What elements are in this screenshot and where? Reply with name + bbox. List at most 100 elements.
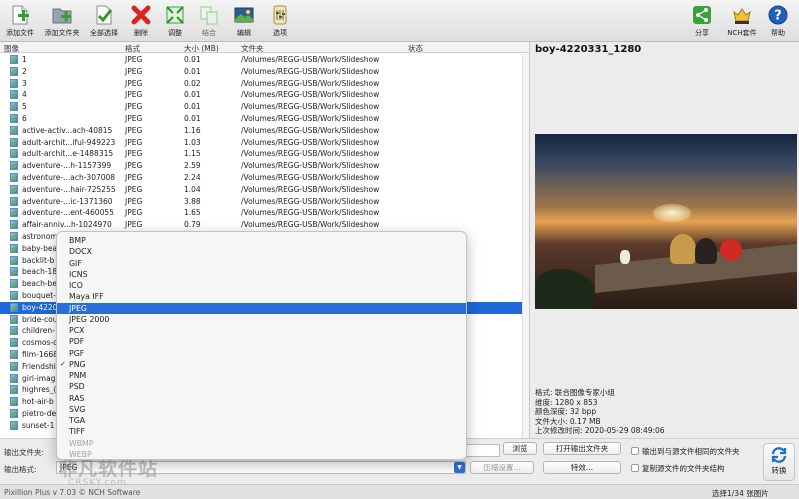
image-file-icon (10, 231, 18, 241)
select-all-button[interactable]: 全部选择 (84, 4, 124, 38)
share-label: 分享 (695, 29, 709, 37)
output-format-select[interactable]: JPEG ▼ (56, 461, 466, 474)
folder-cell: /Volumes/REGG-USB/Work/Slideshow (241, 78, 380, 88)
image-file-icon (10, 149, 18, 159)
image-file-icon (10, 90, 18, 100)
folder-cell: /Volumes/REGG-USB/Work/Slideshow (241, 208, 380, 218)
format-option-label: ICO (69, 281, 83, 290)
format-option-label: PDF (69, 337, 85, 347)
preview-image-girl (695, 238, 717, 264)
column-header-format[interactable]: 格式 (125, 43, 140, 54)
image-file-icon (10, 279, 18, 289)
format-option-pcx[interactable]: PCX (57, 325, 466, 336)
format-option-label: DOCX (69, 247, 92, 257)
table-row[interactable]: 4 JPEG 0.01/Volumes/REGG-USB/Work/Slidesho… (0, 89, 522, 101)
table-row[interactable]: affair-anniv...h-1024970 JPEG 0.79/Volumes… (0, 219, 522, 231)
nch-suite-button[interactable]: NCH套件 (722, 4, 762, 38)
table-row[interactable]: 1 JPEG 0.01/Volumes/REGG-USB/Work/Slidesho… (0, 54, 522, 66)
open-output-folder-button[interactable]: 打开输出文件夹 (543, 442, 621, 455)
file-name-cell: 1 (22, 55, 27, 64)
effects-button[interactable]: 特效... (543, 461, 621, 474)
file-name-cell: adult-archit...e-1488315 (22, 149, 114, 159)
table-row[interactable]: 5 JPEG 0.01/Volumes/REGG-USB/Work/Slidesho… (0, 101, 522, 113)
image-file-icon (10, 338, 18, 348)
toolbar: 添加文件 添加文件夹 全部选择 删除 调整 结合 编辑 选项 分享 NCH套件 … (0, 0, 799, 42)
format-option-svg[interactable]: SVG (57, 404, 466, 415)
folder-cell: /Volumes/REGG-USB/Work/Slideshow (241, 196, 380, 206)
format-option-pnm[interactable]: PNM (57, 370, 466, 381)
delete-icon (130, 4, 152, 26)
format-option-jpeg[interactable]: JPEG (57, 302, 466, 314)
image-file-icon (10, 113, 18, 123)
format-option-tiff[interactable]: TIFF (57, 426, 466, 437)
format-option-ico[interactable]: ICO (57, 280, 466, 291)
folder-cell: /Volumes/REGG-USB/Work/Slideshow (241, 55, 380, 64)
preview-title: boy-4220331_1280 (535, 44, 642, 55)
file-name-cell: 2 (22, 66, 27, 76)
table-row[interactable]: adventure-...ach-307008 JPEG 2.24/Volumes/… (0, 172, 522, 184)
format-option-ras[interactable]: RAS (57, 393, 466, 404)
folder-cell: /Volumes/REGG-USB/Work/Slideshow (241, 102, 380, 112)
output-folder-label: 输出文件夹: (4, 448, 45, 457)
add-files-label: 添加文件 (6, 29, 34, 37)
size-cell: 1.03 (184, 137, 201, 147)
table-row[interactable]: adult-archit...e-1488315 JPEG 1.15/Volumes… (0, 148, 522, 160)
file-list-scrollbar[interactable] (522, 54, 529, 438)
table-row[interactable]: adventure-...h-1157399 JPEG 2.59/Volumes/R… (0, 160, 522, 172)
share-button[interactable]: 分享 (682, 4, 722, 38)
compression-settings-button[interactable]: 压缩设置... (470, 461, 534, 474)
nch-suite-icon (731, 4, 753, 26)
format-option-jpeg-2000[interactable]: JPEG 2000 (57, 314, 466, 325)
file-name-cell: adventure-...ent-460055 (22, 208, 114, 218)
combine-button[interactable]: 结合 (189, 4, 229, 38)
convert-button[interactable]: 转换 (763, 443, 795, 481)
add-files-button[interactable]: 添加文件 (0, 4, 40, 38)
copy-structure-label: 复制源文件的文件夹结构 (642, 464, 725, 473)
file-name-cell: 5 (22, 102, 27, 112)
folder-cell: /Volumes/REGG-USB/Work/Slideshow (241, 90, 380, 100)
options-button[interactable]: 选项 (260, 4, 300, 38)
format-option-docx[interactable]: DOCX (57, 246, 466, 257)
format-option-maya-iff[interactable]: Maya IFF (57, 291, 466, 302)
column-header-folder[interactable]: 文件夹 (241, 43, 264, 54)
format-cell: JPEG (125, 149, 143, 159)
edit-button[interactable]: 编辑 (224, 4, 264, 38)
browse-button[interactable]: 浏览 (503, 442, 537, 455)
output-format-dropdown[interactable]: BMP DOCX GIF ICNS ICO Maya IFF JPEG JPEG 2000 PC… (56, 231, 467, 460)
image-file-icon (10, 161, 18, 171)
image-file-icon (10, 349, 18, 359)
format-option-gif[interactable]: GIF (57, 258, 466, 269)
help-button[interactable]: ? 帮助 (758, 4, 798, 38)
output-to-source-label: 输出到与源文件相同的文件夹 (642, 447, 740, 456)
table-row[interactable]: 3 JPEG 0.02/Volumes/REGG-USB/Work/Slidesho… (0, 78, 522, 90)
output-to-source-checkbox[interactable]: 输出到与源文件相同的文件夹 (631, 446, 740, 457)
table-row[interactable]: adventure-...hair-725255 JPEG 1.04/Volumes… (0, 184, 522, 196)
size-cell: 2.59 (184, 161, 201, 171)
format-option-tga[interactable]: TGA (57, 415, 466, 426)
copy-structure-checkbox[interactable]: 复制源文件的文件夹结构 (631, 463, 725, 474)
table-row[interactable]: active-activ...ach-40815 JPEG 1.16/Volumes… (0, 125, 522, 137)
preview-info-dimensions: 维度: 1280 x 853 (535, 397, 598, 407)
column-header-image[interactable]: 图像 (4, 43, 19, 54)
table-row[interactable]: adventure-...ic-1371360 JPEG 3.88/Volumes/… (0, 196, 522, 208)
table-row[interactable]: 6 JPEG 0.01/Volumes/REGG-USB/Work/Slidesho… (0, 113, 522, 125)
format-option-bmp[interactable]: BMP (57, 235, 466, 246)
format-cell: JPEG (125, 90, 143, 100)
add-folder-button[interactable]: 添加文件夹 (42, 4, 82, 38)
column-header-status[interactable]: 状态 (408, 43, 423, 54)
format-option-pdf[interactable]: PDF (57, 336, 466, 347)
column-header-size[interactable]: 大小 (MB) (184, 43, 219, 54)
format-option-label: PSD (69, 382, 85, 392)
format-option-psd[interactable]: PSD (57, 381, 466, 392)
table-row[interactable]: 2 JPEG 0.01/Volumes/REGG-USB/Work/Slidesho… (0, 66, 522, 78)
help-label: 帮助 (771, 29, 785, 37)
format-option-pgf[interactable]: PGF (57, 348, 466, 359)
image-file-icon (10, 125, 18, 135)
table-row[interactable]: adventure-...ent-460055 JPEG 1.65/Volumes/… (0, 207, 522, 219)
format-option-png[interactable]: ✓ PNG (57, 359, 466, 370)
preview-image-boy (670, 234, 696, 264)
image-file-icon (10, 373, 18, 383)
edit-image-icon (233, 4, 255, 26)
format-option-icns[interactable]: ICNS (57, 269, 466, 280)
table-row[interactable]: adult-archit...iful-949223 JPEG 1.03/Volum… (0, 137, 522, 149)
